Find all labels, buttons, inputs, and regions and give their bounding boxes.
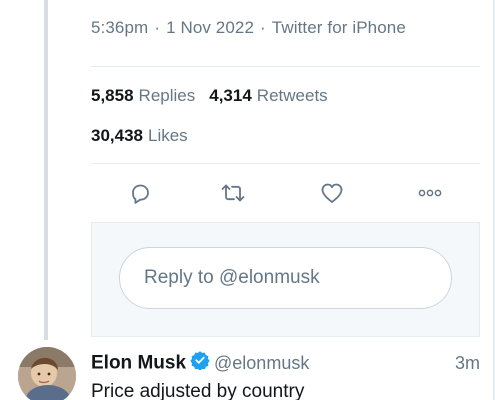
meta-separator: · <box>260 18 266 37</box>
like-icon <box>321 183 343 203</box>
like-button[interactable] <box>314 175 350 211</box>
more-options-button[interactable] <box>412 175 448 211</box>
tweet-detail-page: 5:36pm · 1 Nov 2022 · Twitter for iPhone 5,8… <box>0 0 495 400</box>
retweet-button[interactable] <box>215 175 251 211</box>
avatar[interactable] <box>18 347 76 400</box>
engagement-stats-row: 5,858 Replies 4,314 Retweets <box>91 86 328 106</box>
tweet-timestamp-line: 5:36pm · 1 Nov 2022 · Twitter for iPhone <box>91 18 406 38</box>
tweet-source[interactable]: Twitter for iPhone <box>272 18 406 37</box>
replies-count: 5,858 <box>91 86 134 105</box>
reply-composer: Reply to @elonmusk <box>91 222 480 337</box>
reply-button[interactable] <box>122 175 158 211</box>
tweet-time[interactable]: 5:36pm <box>91 18 148 37</box>
thread-connector-line <box>44 0 48 340</box>
retweet-icon <box>221 184 245 202</box>
reply-input[interactable]: Reply to @elonmusk <box>119 247 452 309</box>
meta-separator: · <box>154 18 161 37</box>
reply-placeholder: Reply to @elonmusk <box>144 267 320 288</box>
likes-label: Likes <box>148 126 188 145</box>
tweet-time-ago[interactable]: 3m <box>455 353 480 374</box>
tweet-action-bar <box>91 175 480 211</box>
likes-count: 30,438 <box>91 126 143 145</box>
reply-icon <box>132 184 149 204</box>
author-name[interactable]: Elon Musk <box>91 353 186 374</box>
verified-badge-icon <box>190 350 210 375</box>
likes-stat-row: 30,438 Likes <box>91 126 188 146</box>
retweets-count: 4,314 <box>209 86 252 105</box>
replies-label: Replies <box>138 86 196 105</box>
retweets-stat[interactable]: 4,314 Retweets <box>209 86 327 105</box>
divider <box>91 163 480 164</box>
avatar-image <box>18 347 76 400</box>
replies-stat[interactable]: 5,858 Replies <box>91 86 195 105</box>
more-icon <box>418 189 442 197</box>
likes-stat[interactable]: 30,438 Likes <box>91 126 188 145</box>
divider <box>91 66 480 67</box>
tweet-date[interactable]: 1 Nov 2022 <box>166 18 254 37</box>
retweets-label: Retweets <box>256 86 328 105</box>
reply-tweet-header: Elon Musk @elonmusk 3m <box>91 351 480 375</box>
author-handle[interactable]: @elonmusk <box>214 353 309 373</box>
reply-tweet-text: Price adjusted by country <box>91 381 305 400</box>
